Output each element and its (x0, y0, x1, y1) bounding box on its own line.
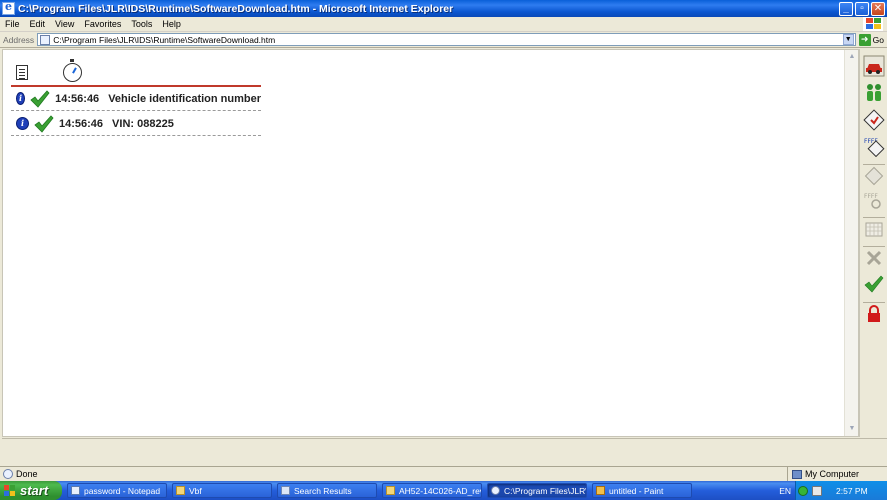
menu-help[interactable]: Help (157, 19, 186, 29)
address-input[interactable] (53, 34, 843, 45)
tick-icon[interactable] (863, 273, 885, 295)
svg-text:FFFF: FFFF (864, 193, 878, 200)
windows-logo-icon (863, 17, 883, 31)
vehicle-icon[interactable] (863, 55, 885, 77)
status-bar: Done My Computer (0, 466, 887, 482)
task-label: untitled - Paint (609, 485, 664, 496)
go-label: Go (872, 34, 884, 45)
tools-icon[interactable] (863, 109, 885, 131)
folder-icon (176, 486, 185, 495)
task-label: Search Results (294, 485, 352, 496)
check-icon (34, 114, 54, 133)
connection-icon[interactable]: FFFF (863, 135, 885, 158)
window-title: C:\Program Files\JLR\IDS\Runtime\Softwar… (18, 2, 454, 15)
menu-favorites[interactable]: Favorites (79, 19, 126, 29)
lock-icon[interactable] (863, 302, 885, 324)
page-status-icon (3, 469, 13, 479)
address-field[interactable]: ▼ (37, 33, 856, 46)
stopwatch-icon[interactable] (63, 59, 82, 82)
scroll-down-icon[interactable]: ▼ (846, 423, 858, 435)
log-row: i 14:56:46 Vehicle identification number (11, 87, 261, 111)
taskbar-item-search-results[interactable]: Search Results (277, 483, 377, 498)
cross-icon[interactable] (863, 246, 885, 268)
check-icon (30, 89, 50, 108)
side-tool-panel: FFFF FFFF (859, 49, 887, 437)
status-text: Done (16, 469, 38, 479)
address-bar: Address ▼ ➜ Go (0, 32, 887, 48)
log-time: 14:56:46 (59, 117, 104, 130)
title-bar[interactable]: C:\Program Files\JLR\IDS\Runtime\Softwar… (0, 0, 887, 17)
lower-pane (2, 438, 887, 466)
calendar-icon[interactable] (863, 217, 885, 239)
zone-label: My Computer (805, 469, 860, 479)
computer-icon (792, 469, 802, 479)
taskbar-item-paint[interactable]: untitled - Paint (592, 483, 692, 498)
menu-file[interactable]: File (0, 19, 25, 29)
paint-icon (596, 486, 605, 495)
page-icon (40, 34, 51, 45)
windows-flag-icon (4, 484, 16, 497)
log-time: 14:56:46 (55, 92, 100, 105)
start-label: start (20, 483, 49, 498)
task-label: AH52-14C026-AD_rev6 (399, 485, 482, 496)
maximize-button[interactable]: ▫ (855, 1, 869, 16)
menu-view[interactable]: View (50, 19, 79, 29)
notepad-icon (71, 486, 80, 495)
search-icon (281, 486, 290, 495)
scroll-up-icon[interactable]: ▲ (846, 51, 858, 63)
info-icon: i (16, 117, 29, 130)
language-indicator[interactable]: EN (779, 481, 791, 500)
task-label: Vbf (189, 485, 202, 496)
address-label: Address (3, 34, 35, 45)
start-button[interactable]: start (0, 481, 62, 500)
menu-edit[interactable]: Edit (25, 19, 51, 29)
taskbar-item-ie[interactable]: C:\Program Files\JLR\... (487, 483, 587, 498)
network-icon[interactable] (798, 485, 808, 496)
document-icon[interactable] (16, 65, 28, 80)
log-row: i 14:56:46 VIN: 088225 (11, 112, 261, 136)
page-content: i 14:56:46 Vehicle identification number… (2, 49, 859, 437)
menu-bar: File Edit View Favorites Tools Help (0, 17, 887, 32)
security-zone: My Computer (787, 466, 887, 482)
disabled-tool-icon[interactable] (863, 164, 885, 186)
ie-icon (2, 0, 15, 15)
go-button[interactable]: ➜ Go (856, 33, 887, 46)
log-text: Vehicle identification number (108, 92, 261, 105)
people-icon[interactable] (863, 81, 885, 103)
taskbar-item-ah52[interactable]: AH52-14C026-AD_rev6 (382, 483, 482, 498)
info-icon: i (16, 92, 26, 105)
log-text: VIN: 088225 (112, 117, 174, 130)
menu-tools[interactable]: Tools (126, 19, 157, 29)
chevron-down-icon[interactable]: ▼ (842, 34, 854, 45)
system-tray: 2:57 PM (795, 481, 887, 500)
close-button[interactable]: ✕ (871, 1, 885, 16)
folder-icon (386, 486, 395, 495)
ie-icon (491, 486, 500, 495)
tray-app-icon[interactable] (812, 485, 822, 496)
clock[interactable]: 2:57 PM (836, 486, 868, 496)
taskbar: start password - Notepad Vbf Search Resu… (0, 481, 887, 500)
task-label: password - Notepad (84, 485, 161, 496)
vertical-scrollbar[interactable]: ▲ ▼ (844, 50, 858, 436)
minimize-button[interactable]: _ (839, 1, 853, 16)
disabled-search-icon[interactable]: FFFF (863, 190, 885, 212)
taskbar-item-vbf[interactable]: Vbf (172, 483, 272, 498)
go-arrow-icon: ➜ (858, 33, 871, 46)
task-label: C:\Program Files\JLR\... (504, 485, 587, 496)
taskbar-item-notepad[interactable]: password - Notepad (67, 483, 167, 498)
